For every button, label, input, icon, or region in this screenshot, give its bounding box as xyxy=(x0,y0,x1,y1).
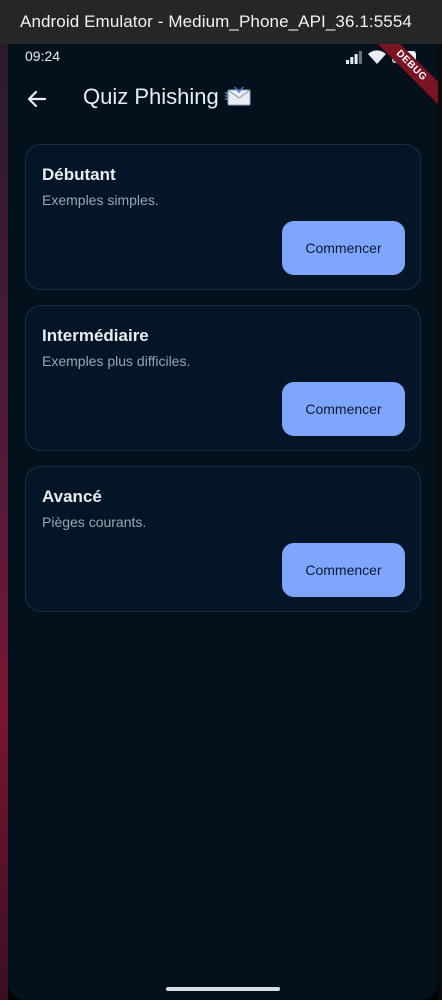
level-card-beginner: Débutant Exemples simples. Commencer xyxy=(25,144,421,290)
wifi-icon xyxy=(368,50,386,64)
page-title-text: Quiz Phishing xyxy=(83,84,219,109)
level-list: Débutant Exemples simples. Commencer Int… xyxy=(25,144,421,627)
phone-screen: 09:24 DEBUG Quiz Phishing Débutant Exemp… xyxy=(8,44,438,1000)
start-advanced-button[interactable]: Commencer xyxy=(282,543,405,597)
level-card-advanced: Avancé Pièges courants. Commencer xyxy=(25,466,421,612)
level-title: Intermédiaire xyxy=(42,326,149,345)
level-card-intermediate: Intermédiaire Exemples plus difficiles. … xyxy=(25,305,421,451)
incoming-envelope-icon xyxy=(224,87,251,106)
arrow-left-icon xyxy=(27,90,47,108)
level-description: Pièges courants. xyxy=(42,514,147,530)
window-titlebar[interactable]: Android Emulator - Medium_Phone_API_36.1… xyxy=(0,0,442,44)
start-beginner-button[interactable]: Commencer xyxy=(282,221,405,275)
status-bar: 09:24 DEBUG xyxy=(8,44,438,111)
level-description: Exemples simples. xyxy=(42,192,159,208)
home-indicator[interactable] xyxy=(166,987,280,991)
level-title: Avancé xyxy=(42,487,102,506)
desktop-background xyxy=(0,44,8,1000)
window-title: Android Emulator - Medium_Phone_API_36.1… xyxy=(20,12,412,31)
start-intermediate-button[interactable]: Commencer xyxy=(282,382,405,436)
level-title: Débutant xyxy=(42,165,116,184)
window-edge xyxy=(438,44,442,1000)
app-bar: Quiz Phishing xyxy=(8,70,438,126)
status-time: 09:24 xyxy=(25,48,61,64)
signal-icon xyxy=(346,50,362,64)
emulator-window: Android Emulator - Medium_Phone_API_36.1… xyxy=(0,0,442,1000)
back-button[interactable] xyxy=(22,84,52,114)
page-title: Quiz Phishing xyxy=(83,84,251,110)
level-description: Exemples plus difficiles. xyxy=(42,353,191,369)
